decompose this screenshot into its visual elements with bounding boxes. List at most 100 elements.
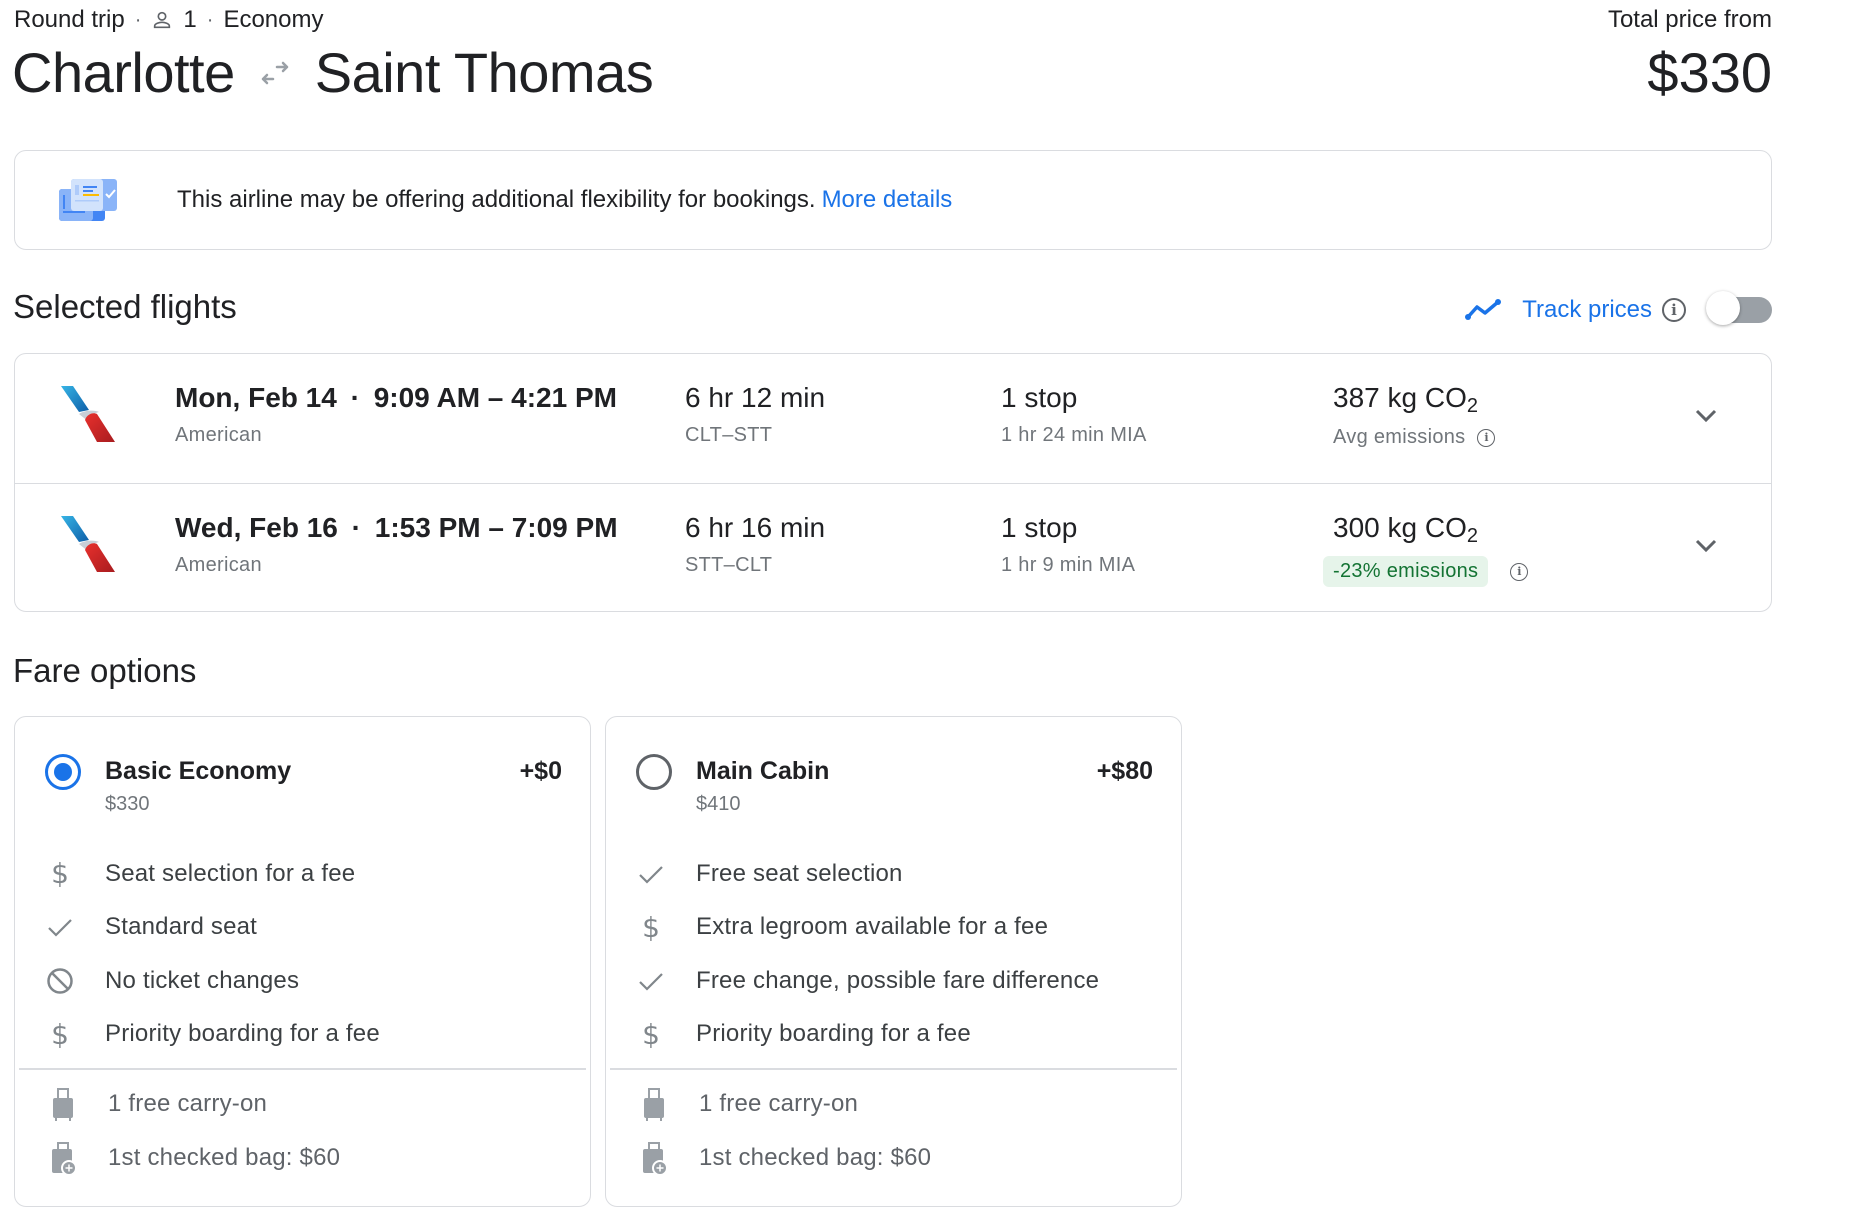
flight-duration: 6 hr 12 min CLT–STT [685,382,825,447]
flight-times: Mon, Feb 14 · 9:09 AM – 4:21 PM American [175,382,617,446]
fare-price-difference: +$80 [1096,757,1153,785]
info-icon[interactable]: i [1477,428,1496,447]
total-price-label: Total price from [1607,6,1772,33]
american-airlines-logo [61,516,115,572]
prohibited-icon [47,968,73,994]
baggage-info: 1 free carry-on 1st checked bag: $60 [606,1077,1181,1185]
dollar-icon: $ [51,857,69,891]
chevron-down-icon[interactable] [1691,400,1721,430]
round-trip-arrows-icon [261,61,288,84]
divider [19,1068,586,1070]
bag-item: 1 free carry-on [15,1077,590,1131]
track-prices-label[interactable]: Track prices [1522,296,1652,324]
route-codes: CLT–STT [685,424,773,446]
divider [610,1068,1177,1070]
fare-name: Main Cabin [696,757,830,785]
american-airlines-logo [61,386,115,442]
fare-radio-selected[interactable] [45,754,81,790]
track-prices: Track prices i [1464,290,1772,330]
dollar-icon: $ [51,1017,69,1051]
emissions-value: 387 kg CO2 [1333,382,1478,417]
bag-item: 1 free carry-on [606,1077,1181,1131]
fare-name: Basic Economy [105,757,292,785]
emissions-value: 300 kg CO2 [1333,512,1478,547]
fare-price-difference: +$0 [519,757,562,785]
route-title: Charlotte Saint Thomas [12,40,654,105]
emissions-badge: -23% emissions [1323,556,1489,587]
duration-value: 6 hr 16 min [685,512,826,543]
flight-row[interactable]: Mon, Feb 14 · 9:09 AM – 4:21 PM American… [15,354,1771,483]
dollar-icon: $ [642,1017,660,1051]
check-icon [639,865,663,884]
checked-bag-icon [643,1142,668,1176]
separator-dot: · [206,8,214,31]
fare-feature: $ Extra legroom available for a fee [606,901,1181,955]
duration-value: 6 hr 12 min [685,382,826,413]
total-price: $330 [1647,41,1772,104]
fare-feature: Standard seat [15,901,590,955]
airline-name: American [175,424,262,446]
route-codes: STT–CLT [685,554,773,576]
toggle-knob [1706,291,1740,325]
cabin-class: Economy [223,6,324,33]
airline-name: American [175,554,262,576]
fare-feature: No ticket changes [15,954,590,1008]
baggage-info: 1 free carry-on 1st checked bag: $60 [15,1077,590,1185]
fare-price: $410 [696,793,741,815]
fare-feature: $ Priority boarding for a fee [606,1008,1181,1062]
flight-date: Wed, Feb 16 [175,512,338,543]
trend-line-icon [1465,299,1502,320]
flight-times: Wed, Feb 16 · 1:53 PM – 7:09 PM American [175,512,618,576]
banner-message: This airline may be offering additional … [177,186,952,214]
more-details-link[interactable]: More details [822,186,953,213]
flight-emissions: 387 kg CO2 Avg emissions i [1333,382,1496,449]
flight-time-range: 9:09 AM – 4:21 PM [373,382,617,413]
dollar-icon: $ [642,910,660,944]
flexibility-banner: This airline may be offering additional … [14,150,1772,250]
fare-feature: $ Priority boarding for a fee [15,1008,590,1062]
checked-bag-icon [52,1142,77,1176]
person-icon [154,11,171,29]
fare-card-basic-economy[interactable]: Basic Economy $330 +$0 $ Seat selection … [14,716,591,1207]
check-icon [639,972,663,991]
flight-row[interactable]: Wed, Feb 16 · 1:53 PM – 7:09 PM American… [15,483,1771,612]
stops-count: 1 stop [1001,512,1078,543]
fare-card-main-cabin[interactable]: Main Cabin $410 +$80 Free seat selection… [605,716,1182,1207]
separator-dot: · [134,8,142,31]
track-prices-toggle[interactable] [1706,291,1772,325]
flight-stops: 1 stop 1 hr 24 min MIA [1001,382,1147,447]
layover-info: 1 hr 9 min MIA [1001,554,1136,576]
fare-options-heading: Fare options [13,652,197,689]
fare-feature: Free change, possible fare difference [606,954,1181,1008]
fare-features: $ Seat selection for a fee Standard seat… [15,847,590,1061]
flight-date: Mon, Feb 14 [175,382,337,413]
trip-summary: Round trip · 1 · Economy [14,6,323,34]
emissions-note: Avg emissions [1333,426,1466,448]
chevron-down-icon[interactable] [1691,530,1721,560]
flight-duration: 6 hr 16 min STT–CLT [685,512,825,577]
destination-city: Saint Thomas [314,41,654,104]
bag-item: 1st checked bag: $60 [606,1131,1181,1185]
fare-feature: Free seat selection [606,847,1181,901]
info-icon[interactable]: i [1662,298,1686,322]
check-icon [48,919,72,937]
stops-count: 1 stop [1001,382,1078,413]
passenger-count: 1 [183,6,197,33]
flight-emissions: 300 kg CO2 -23% emissions i [1323,512,1529,587]
origin-city: Charlotte [12,41,235,104]
fare-radio-unselected[interactable] [636,754,672,790]
ticket-flexibility-icon [59,179,117,221]
info-icon[interactable]: i [1510,562,1529,581]
selected-flights-card: Mon, Feb 14 · 9:09 AM – 4:21 PM American… [14,353,1772,612]
fare-features: Free seat selection $ Extra legroom avai… [606,847,1181,1061]
flight-time-range: 1:53 PM – 7:09 PM [374,512,618,543]
flight-stops: 1 stop 1 hr 9 min MIA [1001,512,1135,577]
carry-on-bag-icon [53,1088,73,1121]
carry-on-bag-icon [644,1088,664,1121]
fare-price: $330 [105,793,150,815]
layover-info: 1 hr 24 min MIA [1001,424,1147,446]
selected-flights-heading: Selected flights [13,288,237,325]
banner-text: This airline may be offering additional … [177,186,816,213]
trip-type: Round trip [14,6,125,33]
fare-feature: $ Seat selection for a fee [15,847,590,901]
